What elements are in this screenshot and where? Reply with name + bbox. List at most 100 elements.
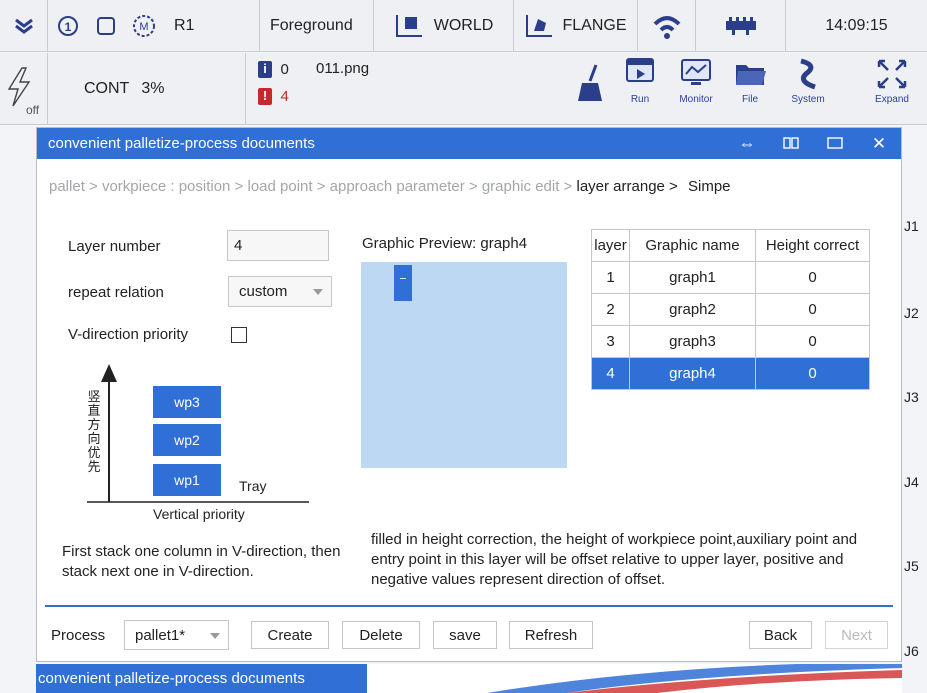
breadcrumb-graphic-edit[interactable]: graphic edit > — [482, 178, 572, 195]
palletize-dialog: convenient palletize-process documents ⇔… — [36, 127, 902, 662]
cell-layer: 3 — [591, 325, 630, 358]
cell-graphic-name: graph1 — [629, 261, 756, 294]
refresh-button[interactable]: Refresh — [509, 621, 593, 649]
next-button[interactable]: Next — [825, 621, 888, 649]
info-indicator[interactable]: i 0 — [258, 61, 289, 79]
error-icon: ! — [258, 88, 272, 106]
cell-height[interactable]: 0 — [755, 293, 870, 326]
breadcrumb-workpiece[interactable]: vorkpiece : — [102, 178, 175, 195]
breadcrumb-simple[interactable]: Simpe — [688, 178, 731, 195]
breadcrumb: pallet > vorkpiece : position > load poi… — [49, 178, 731, 195]
table-row[interactable]: 3 graph3 0 — [591, 325, 870, 358]
create-button[interactable]: Create — [251, 621, 329, 649]
joint-label-j4[interactable]: J4 — [904, 474, 919, 490]
servo-power-button[interactable]: off — [0, 53, 48, 125]
joint-label-j1[interactable]: J1 — [904, 218, 919, 234]
table-row-selected[interactable]: 4 graph4 0 — [591, 357, 870, 390]
coordinate-label: WORLD — [433, 16, 494, 34]
joint-label-j3[interactable]: J3 — [904, 389, 919, 405]
tool-frame[interactable]: FLANGE — [514, 0, 638, 52]
square-stop-icon[interactable] — [88, 0, 124, 52]
file-button[interactable]: File — [722, 57, 778, 119]
run-label: Run — [630, 94, 650, 105]
cell-height[interactable]: 0 — [755, 325, 870, 358]
flange-icon — [526, 14, 553, 37]
delete-button[interactable]: Delete — [342, 621, 420, 649]
wallpaper-swoosh — [487, 664, 902, 693]
v-direction-checkbox[interactable] — [231, 327, 247, 343]
robot-name[interactable]: R1 — [164, 0, 260, 52]
workpiece-3: wp3 — [153, 386, 221, 418]
error-indicator[interactable]: ! 4 — [258, 88, 289, 106]
axis-char: 先 — [87, 459, 101, 474]
top-status-bar: 1 M R1 Foreground WORLD FLANGE 14:09:15 — [0, 0, 927, 52]
cell-height[interactable]: 0 — [755, 357, 870, 390]
control-bar: off CONT 3% i 0 ! 4 011.png Run Monitor … — [0, 53, 927, 125]
breadcrumb-load-point[interactable]: load point > — [248, 178, 326, 195]
teach-pendant-icon[interactable] — [696, 0, 786, 52]
back-button[interactable]: Back — [749, 621, 812, 649]
tool-label: FLANGE — [562, 16, 627, 34]
error-count: 4 — [280, 88, 289, 106]
taskbar-active-window[interactable]: convenient palletize-process documents — [36, 664, 367, 693]
joint-label-j6[interactable]: J6 — [904, 643, 919, 659]
process-value: pallet1* — [135, 626, 186, 644]
svg-text:M: M — [139, 21, 148, 33]
vertical-priority-diagram: 竖 直 方 向 优 先 wp3 wp2 wp1 Tray Vertical pr… — [67, 364, 317, 524]
collapse-chevron-icon[interactable] — [0, 0, 48, 52]
step-one-icon[interactable]: 1 — [48, 0, 88, 52]
monitor-button[interactable]: Monitor — [668, 57, 724, 119]
breadcrumb-position[interactable]: position > — [179, 178, 244, 195]
connection-icon[interactable] — [638, 0, 696, 52]
repeat-relation-label: repeat relation — [68, 284, 164, 301]
cell-graphic-name: graph2 — [629, 293, 756, 326]
process-label: Process — [51, 627, 106, 644]
run-speed-area[interactable]: CONT 3% — [48, 53, 246, 125]
preview-workpiece[interactable] — [394, 265, 412, 301]
maximize-icon[interactable] — [813, 134, 857, 154]
layer-number-input[interactable]: 4 — [227, 230, 329, 261]
system-button[interactable]: System — [780, 57, 836, 119]
layer-number-label: Layer number — [68, 238, 161, 255]
breadcrumb-approach[interactable]: approach parameter > — [330, 178, 478, 195]
repeat-relation-select[interactable]: custom — [228, 276, 332, 307]
joint-label-j5[interactable]: J5 — [904, 558, 919, 574]
save-button[interactable]: save — [433, 621, 497, 649]
breadcrumb-pallet[interactable]: pallet > — [49, 178, 98, 195]
monitor-icon — [681, 59, 711, 85]
clear-broom-button[interactable] — [562, 63, 618, 125]
run-mode: CONT — [84, 80, 130, 97]
resize-horizontal-icon[interactable]: ⇔ — [725, 134, 769, 154]
dropdown-caret-icon — [313, 289, 323, 295]
file-label: File — [741, 94, 759, 105]
table-row[interactable]: 2 graph2 0 — [591, 293, 870, 326]
current-file: 011.png — [316, 60, 370, 77]
graphic-preview-canvas[interactable] — [361, 262, 567, 468]
joint-label-j2[interactable]: J2 — [904, 305, 919, 321]
split-view-icon[interactable] — [769, 134, 813, 154]
world-coord-icon — [395, 14, 422, 37]
folder-icon — [736, 65, 766, 85]
expand-button[interactable]: Expand — [864, 57, 920, 119]
table-header-row: layer Graphic name Height correct — [591, 229, 870, 262]
axis-char: 向 — [87, 431, 101, 446]
dialog-title-bar[interactable]: convenient palletize-process documents ⇔… — [37, 128, 901, 159]
run-mode-label[interactable]: Foreground — [260, 0, 374, 52]
svg-text:1: 1 — [65, 20, 72, 34]
process-select[interactable]: pallet1* — [124, 620, 229, 650]
table-row[interactable]: 1 graph1 0 — [591, 261, 870, 294]
repeat-relation-value: custom — [239, 283, 288, 300]
axis-char: 方 — [87, 417, 101, 432]
info-count: 0 — [280, 61, 289, 79]
breadcrumb-layer-arrange[interactable]: layer arrange > — [577, 178, 678, 195]
cell-height[interactable]: 0 — [755, 261, 870, 294]
power-off-label: off — [26, 103, 40, 117]
coordinate-system[interactable]: WORLD — [374, 0, 514, 52]
height-correction-description: filled in height correction, the height … — [371, 531, 858, 588]
axis-char: 竖 — [87, 389, 101, 404]
manual-mode-icon[interactable]: M — [124, 0, 164, 52]
close-icon[interactable]: ✕ — [857, 134, 901, 154]
dropdown-caret-icon — [210, 633, 220, 639]
diagram-caption: Vertical priority — [153, 506, 245, 522]
run-button[interactable]: Run — [612, 57, 668, 119]
